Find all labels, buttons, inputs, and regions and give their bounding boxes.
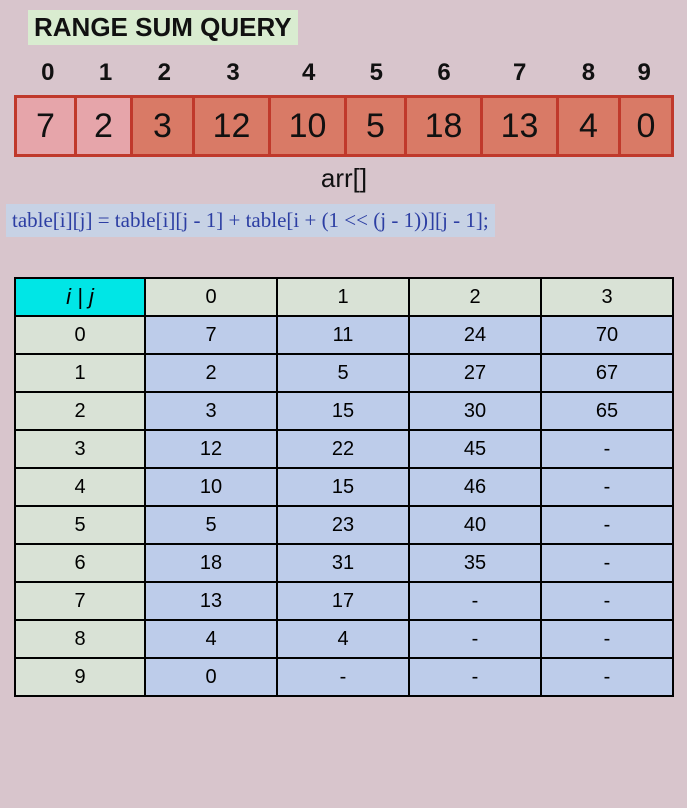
table-cell: - [541,620,673,658]
table-cell: 18 [145,544,277,582]
table-cell: - [409,658,541,696]
table-cell: 22 [277,430,409,468]
table-cell: - [541,544,673,582]
table-cell: - [541,582,673,620]
table-cell: 27 [409,354,541,392]
table-cell: 24 [409,316,541,354]
sparse-table: i | j 0123 07112470125276723153065312224… [14,277,674,697]
array-index: 5 [347,59,407,87]
table-row: 23153065 [15,392,673,430]
table-cell: - [541,658,673,696]
table-cell: 4 [277,620,409,658]
table-row: 1252767 [15,354,673,392]
table-i-header: 6 [15,544,145,582]
table-cell: 40 [409,506,541,544]
table-cell: - [409,620,541,658]
table-i-header: 7 [15,582,145,620]
table-cell: 12 [145,430,277,468]
table-row: 90--- [15,658,673,696]
array-index: 1 [78,59,134,87]
table-row: 3122245- [15,430,673,468]
array-cell: 12 [195,98,271,154]
array-cell: 10 [271,98,347,154]
table-corner: i | j [15,278,145,316]
table-cell: 30 [409,392,541,430]
table-i-header: 3 [15,430,145,468]
array-cell: 4 [559,98,621,154]
array-index: 6 [406,59,482,87]
table-cell: 65 [541,392,673,430]
array-index: 7 [482,59,558,87]
table-cell: 3 [145,392,277,430]
table-cell: 31 [277,544,409,582]
table-cell: 15 [277,392,409,430]
table-row: 844-- [15,620,673,658]
array-label: arr[] [14,163,674,194]
table-cell: 15 [277,468,409,506]
table-j-header: 0 [145,278,277,316]
table-cell: 7 [145,316,277,354]
table-cell: 70 [541,316,673,354]
array-cell: 2 [77,98,133,154]
table-cell: 4 [145,620,277,658]
table-row: 552340- [15,506,673,544]
table-cell: 5 [145,506,277,544]
table-cell: 46 [409,468,541,506]
array-index: 2 [133,59,195,87]
array-indices: 0123456789 [14,59,673,87]
table-i-header: 2 [15,392,145,430]
array-cell: 7 [17,98,77,154]
array-cell: 0 [621,98,671,154]
table-row: 07112470 [15,316,673,354]
table-cell: 2 [145,354,277,392]
page-title: RANGE SUM QUERY [28,10,298,45]
table-row: 6183135- [15,544,673,582]
array-index: 4 [271,59,347,87]
table-cell: 35 [409,544,541,582]
table-cell: 11 [277,316,409,354]
array-index: 0 [18,59,78,87]
array-cell: 18 [407,98,483,154]
table-j-header: 3 [541,278,673,316]
table-cell: - [541,430,673,468]
table-i-header: 5 [15,506,145,544]
table-cell: 0 [145,658,277,696]
table-cell: - [277,658,409,696]
table-j-header: 2 [409,278,541,316]
table-i-header: 0 [15,316,145,354]
table-j-header: 1 [277,278,409,316]
array-index: 8 [558,59,620,87]
table-row: 4101546- [15,468,673,506]
table-cell: 45 [409,430,541,468]
array-cell: 5 [347,98,407,154]
table-i-header: 4 [15,468,145,506]
array-index: 3 [195,59,271,87]
table-cell: 10 [145,468,277,506]
table-cell: 13 [145,582,277,620]
table-i-header: 8 [15,620,145,658]
array-cell: 13 [483,98,559,154]
table-cell: - [541,506,673,544]
table-cell: 23 [277,506,409,544]
array-row: 72312105181340 [14,95,674,157]
table-cell: 5 [277,354,409,392]
array-index: 9 [619,59,669,87]
table-i-header: 1 [15,354,145,392]
table-row: 71317-- [15,582,673,620]
recurrence-formula: table[i][j] = table[i][j - 1] + table[i … [6,204,495,237]
table-i-header: 9 [15,658,145,696]
table-cell: 67 [541,354,673,392]
table-cell: 17 [277,582,409,620]
table-cell: - [409,582,541,620]
table-cell: - [541,468,673,506]
array-cell: 3 [133,98,195,154]
